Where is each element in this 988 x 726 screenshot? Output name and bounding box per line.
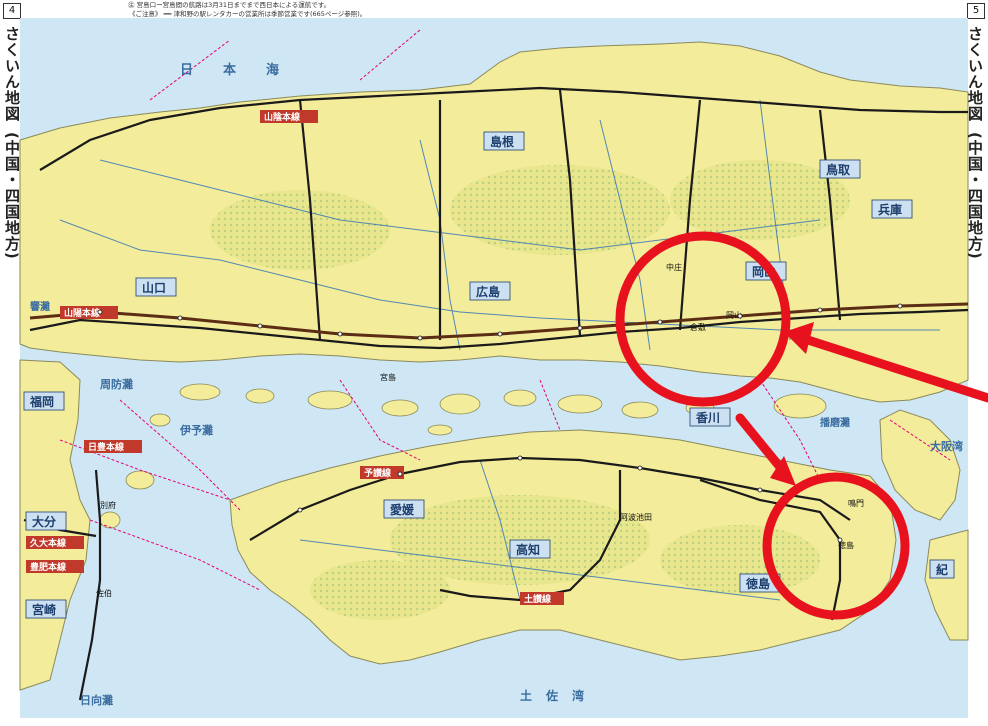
- label-pref-fukuoka: 福岡: [29, 394, 54, 409]
- atlas-page: 4 5 ㊟ 宮島口ー宮島間の航路は3月31日までまで西日本による運航です。 《ご…: [0, 0, 988, 726]
- label-rail-sanyo: 山陽本線: [64, 307, 100, 319]
- label-sea-hibikinada: 響灘: [30, 300, 50, 313]
- label-rail-sanin: 山陰本線: [264, 111, 300, 123]
- label-rail-yosan: 予讃線: [364, 467, 391, 479]
- label-sea-harimanada: 播磨灘: [820, 416, 850, 429]
- label-place-nakasho: 中庄: [666, 262, 682, 272]
- label-sea-osakawan: 大阪湾: [930, 439, 963, 453]
- label-rail-dosan: 土讃線: [524, 593, 551, 605]
- side-subtitle-left-text: (中国・四国地方): [3, 132, 21, 260]
- label-pref-oita: 大分: [32, 514, 56, 529]
- label-pref-ehime: 愛媛: [390, 502, 415, 517]
- label-sea-suonada: 周防灘: [100, 377, 133, 391]
- side-title-right: さくいん地図 (中国・四国地方): [965, 26, 986, 260]
- side-subtitle-right-text: (中国・四国地方): [966, 132, 984, 260]
- label-sea-iyonada: 伊予灘: [179, 423, 213, 437]
- label-sea-hyuganada: 日向灘: [80, 693, 113, 707]
- label-sea-nihonkai: 日本海: [180, 62, 309, 78]
- label-rail-kyudai: 久大本線: [30, 537, 66, 549]
- label-pref-miyazaki: 宮崎: [32, 602, 56, 617]
- map-canvas: 日本海 響灘 周防灘 伊予灘 土佐湾 日向灘 播磨灘 大阪湾 山口 広島 岡山: [19, 18, 988, 718]
- side-title-left: さくいん地図 (中国・四国地方): [2, 26, 23, 260]
- label-pref-kii: 紀: [936, 562, 948, 577]
- label-pref-kochi: 高知: [516, 542, 540, 557]
- label-pref-shimane: 島根: [490, 134, 514, 149]
- label-place-miyajima: 宮島: [380, 372, 396, 382]
- label-pref-yamaguchi: 山口: [142, 280, 166, 295]
- label-place-saiki: 佐伯: [96, 588, 112, 598]
- label-place-naruto: 鳴門: [848, 498, 864, 508]
- label-place-beppu: 別府: [100, 500, 116, 510]
- label-place-awaikeda: 阿波池田: [620, 512, 652, 522]
- label-pref-hiroshima: 広島: [476, 284, 500, 299]
- label-rail-nippo: 日豊本線: [88, 441, 124, 453]
- label-pref-tottori: 鳥取: [826, 162, 850, 177]
- label-pref-hyogo: 兵庫: [878, 202, 902, 217]
- side-title-left-text: さくいん地図: [3, 26, 21, 122]
- label-place-kurashiki: 倉敷: [690, 322, 706, 332]
- label-pref-kagawa: 香川: [695, 410, 720, 425]
- label-rail-hohi: 豊肥本線: [30, 561, 66, 573]
- label-pref-tokushima: 徳島: [745, 576, 770, 591]
- label-sea-tosawan: 土佐湾: [520, 688, 598, 703]
- side-title-right-text: さくいん地図: [966, 26, 984, 122]
